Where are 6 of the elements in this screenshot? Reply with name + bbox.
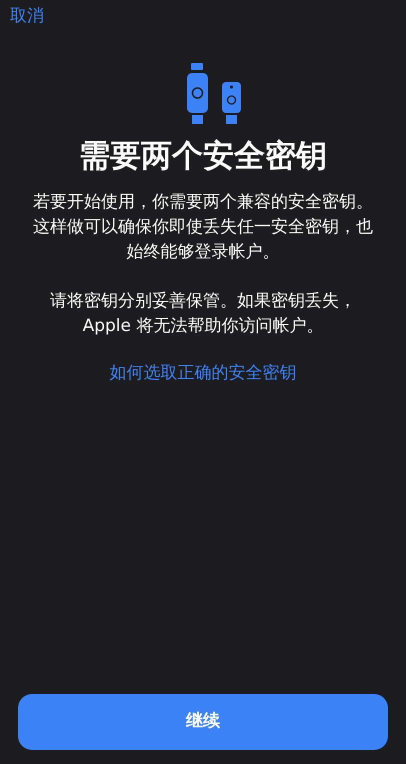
cancel-button[interactable]: 取消 xyxy=(10,5,44,27)
description-text: 若要开始使用，你需要两个兼容的安全密钥。这样做可以确保你即使丢失任一安全密钥，也始终能够登录帐户。 xyxy=(32,191,374,264)
title: 需要两个安全密钥 xyxy=(78,137,328,176)
continue-button[interactable]: 继续 xyxy=(18,694,388,750)
description-text: 请将密钥分别妥善保管。如果密钥丢失，Apple 将无法帮助你访问帐户。 xyxy=(49,290,357,338)
help-link[interactable]: 如何选取正确的安全密钥 xyxy=(110,361,296,386)
